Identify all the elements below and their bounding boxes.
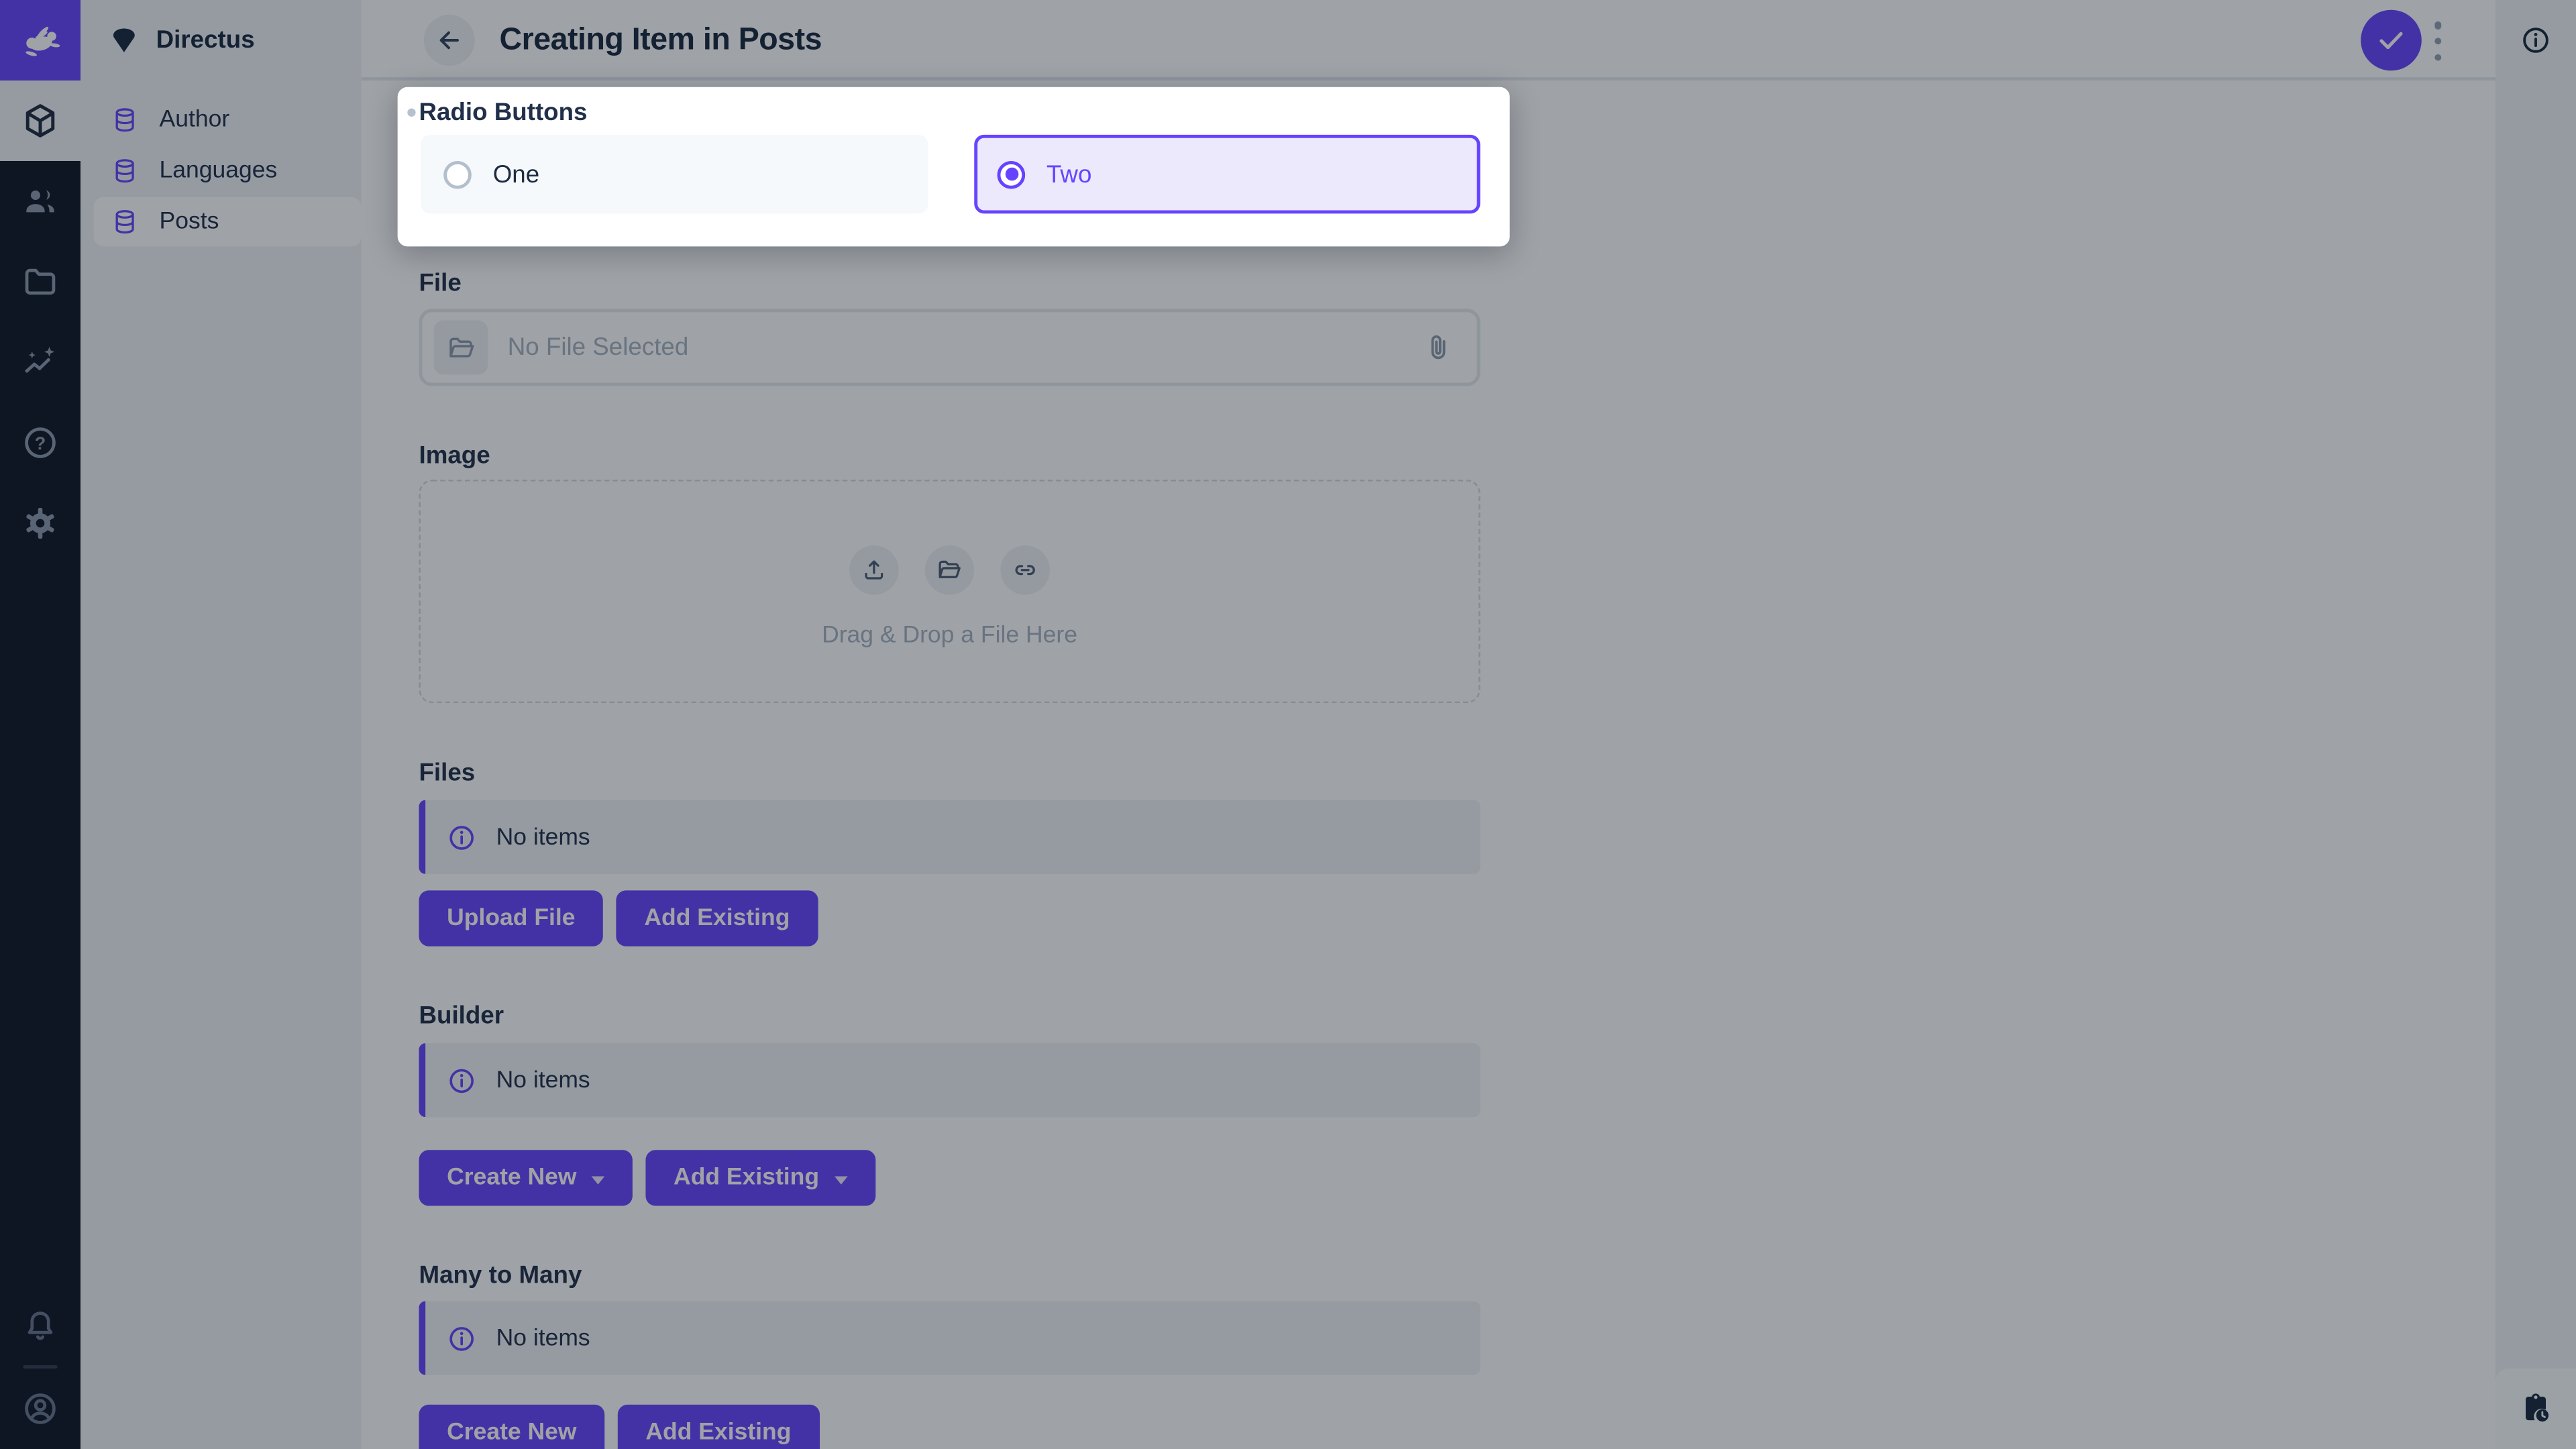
radio-option-label: One <box>493 160 539 189</box>
radio-selected-icon <box>998 160 1026 189</box>
radio-field-label: Radio Buttons <box>419 99 587 127</box>
radio-option-one[interactable]: One <box>421 135 928 214</box>
radio-unselected-icon <box>443 160 472 189</box>
directus-app: ? <box>0 0 2576 1449</box>
radio-buttons-field-card: Radio Buttons One Two <box>398 87 1510 247</box>
edited-indicator-dot <box>407 109 415 117</box>
radio-option-two[interactable]: Two <box>974 135 1480 214</box>
radio-option-label: Two <box>1046 160 1091 189</box>
